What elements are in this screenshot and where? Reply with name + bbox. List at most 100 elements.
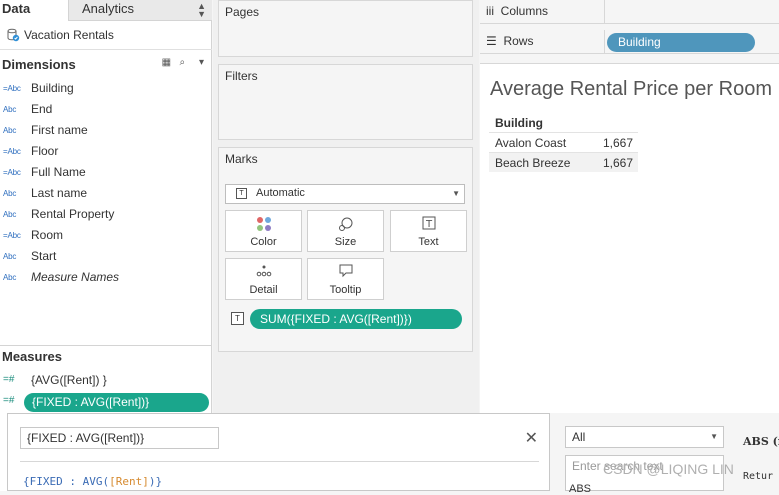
pages-card[interactable]: Pages (218, 0, 473, 57)
string-type-icon: Abc (3, 105, 17, 114)
pages-title: Pages (225, 5, 260, 19)
marks-detail-label: Detail (249, 284, 278, 296)
updown-arrows-icon: ▲ ▼ (197, 1, 206, 19)
dimension-field-building[interactable]: =Abc Building (0, 79, 212, 100)
marks-color-button[interactable]: Color (225, 210, 302, 252)
field-label: Rental Property (31, 207, 115, 221)
number-type-icon: =# (3, 374, 15, 385)
calculation-name-input[interactable]: {FIXED : AVG([Rent])} (20, 427, 219, 449)
mark-type-value: Automatic (256, 187, 305, 199)
field-label: Room (31, 228, 64, 242)
editor-divider (20, 461, 539, 462)
table-row[interactable]: Avalon Coast 1,667 (489, 132, 638, 152)
chevron-down-icon[interactable]: ▾ (199, 57, 204, 68)
tab-analytics-label: Analytics (82, 1, 135, 16)
measures-header: Measures (2, 349, 62, 364)
dimension-field-full-name[interactable]: =Abc Full Name (0, 163, 212, 184)
rows-text: Rows (503, 34, 534, 48)
filters-card[interactable]: Filters (218, 64, 473, 140)
calculation-editor: {FIXED : AVG([Rent])} ✕ {FIXED : AVG([Re… (7, 413, 550, 491)
shelf-divider (604, 0, 605, 24)
functions-panel: All ▼ Enter search text ABS ABS (n Retur (551, 413, 779, 495)
worksheet-title[interactable]: Average Rental Price per Room (490, 78, 772, 101)
search-icon[interactable]: ⌕ (179, 57, 185, 68)
dimension-field-room[interactable]: =Abc Room (0, 226, 212, 247)
function-doc-title: ABS (n (743, 435, 779, 448)
datasource-name: Vacation Rentals (24, 28, 114, 42)
field-label: First name (31, 123, 88, 137)
columns-text: Columns (500, 4, 549, 18)
marks-title: Marks (225, 152, 258, 166)
string-type-icon: =Abc (3, 84, 21, 93)
function-category-value: All (572, 430, 586, 444)
columns-icon: iii (486, 4, 494, 18)
field-label: Last name (31, 186, 88, 200)
tab-analytics[interactable]: Analytics ▲ ▼ (68, 0, 212, 21)
formula-prefix: {FIXED : AVG( (23, 475, 110, 488)
marks-size-label: Size (334, 236, 357, 248)
formula-suffix: )} (148, 475, 163, 488)
grid-view-icon[interactable]: ▦ (162, 57, 171, 68)
formula-field: [Rent] (109, 475, 149, 488)
text-encoding-pill[interactable]: SUM({FIXED : AVG([Rent])}) (250, 309, 462, 329)
tab-data[interactable]: Data (0, 0, 68, 21)
marks-text-button[interactable]: T Text (390, 210, 467, 252)
table-row[interactable]: Beach Breeze 1,667 (489, 152, 638, 172)
string-type-icon: Abc (3, 273, 17, 282)
row-header-cell: Avalon Coast (495, 136, 567, 150)
calculation-formula-editor[interactable]: {FIXED : AVG([Rent])} (23, 475, 162, 488)
dimension-tools: ▦ ⌕ ▾ (162, 57, 204, 68)
field-label: Building (31, 81, 74, 95)
mark-type-dropdown[interactable]: T Automatic ▼ (225, 184, 465, 204)
color-icon (226, 216, 301, 234)
measure-field-avg-rent[interactable]: =# {AVG([Rent]) } (0, 371, 212, 392)
rows-shelf[interactable]: ☰ Rows Building (480, 30, 779, 54)
measure-field-selected-pill[interactable]: {FIXED : AVG([Rent])} (24, 393, 209, 412)
text-encoding-icon: T (231, 312, 244, 325)
detail-icon (226, 264, 301, 282)
text-mark-icon: T (236, 188, 247, 199)
dimension-field-start[interactable]: Abc Start (0, 247, 212, 268)
field-label: Floor (31, 144, 59, 158)
dimension-field-end[interactable]: Abc End (0, 100, 212, 121)
dimension-field-floor[interactable]: =Abc Floor (0, 142, 212, 163)
datasource-item[interactable]: Vacation Rentals (0, 22, 212, 50)
rows-building-pill[interactable]: Building (607, 33, 755, 52)
marks-detail-button[interactable]: Detail (225, 258, 302, 300)
row-header-cell: Beach Breeze (495, 156, 571, 170)
dimension-field-measure-names[interactable]: Abc Measure Names (0, 268, 212, 289)
text-icon: T (391, 216, 466, 234)
function-list-item[interactable]: ABS (569, 483, 591, 495)
watermark: CSDN @LIQING LIN (603, 461, 734, 477)
columns-shelf[interactable]: iii Columns (480, 0, 779, 24)
string-type-icon: Abc (3, 189, 17, 198)
pane-divider[interactable] (0, 345, 212, 346)
table-column-header[interactable]: Building (495, 116, 543, 130)
svg-text:T: T (424, 219, 432, 230)
columns-label: iii Columns (486, 4, 548, 18)
field-label: Start (31, 249, 57, 263)
string-type-icon: =Abc (3, 231, 21, 240)
value-cell: 1,667 (602, 136, 633, 150)
function-category-select[interactable]: All ▼ (565, 426, 724, 448)
string-type-icon: Abc (3, 210, 17, 219)
marks-tooltip-label: Tooltip (329, 284, 362, 296)
field-label: {AVG([Rent]) } (31, 373, 107, 387)
rows-icon: ☰ (486, 34, 497, 48)
dimensions-title: Dimensions (2, 57, 76, 72)
string-type-icon: Abc (3, 252, 17, 261)
rows-label: ☰ Rows (486, 34, 533, 48)
string-type-icon: =Abc (3, 147, 21, 156)
number-type-icon: =# (3, 395, 15, 406)
close-icon[interactable]: ✕ (525, 428, 538, 448)
marks-color-label: Color (250, 236, 277, 248)
dimensions-header: Dimensions ▦ ⌕ ▾ (0, 55, 212, 75)
dimension-field-rental-property[interactable]: Abc Rental Property (0, 205, 212, 226)
dimension-field-last-name[interactable]: Abc Last name (0, 184, 212, 205)
field-label: End (31, 102, 53, 116)
string-type-icon: =Abc (3, 168, 21, 177)
string-type-icon: Abc (3, 126, 17, 135)
marks-tooltip-button[interactable]: Tooltip (307, 258, 384, 300)
marks-size-button[interactable]: Size (307, 210, 384, 252)
dimension-field-first-name[interactable]: Abc First name (0, 121, 212, 142)
